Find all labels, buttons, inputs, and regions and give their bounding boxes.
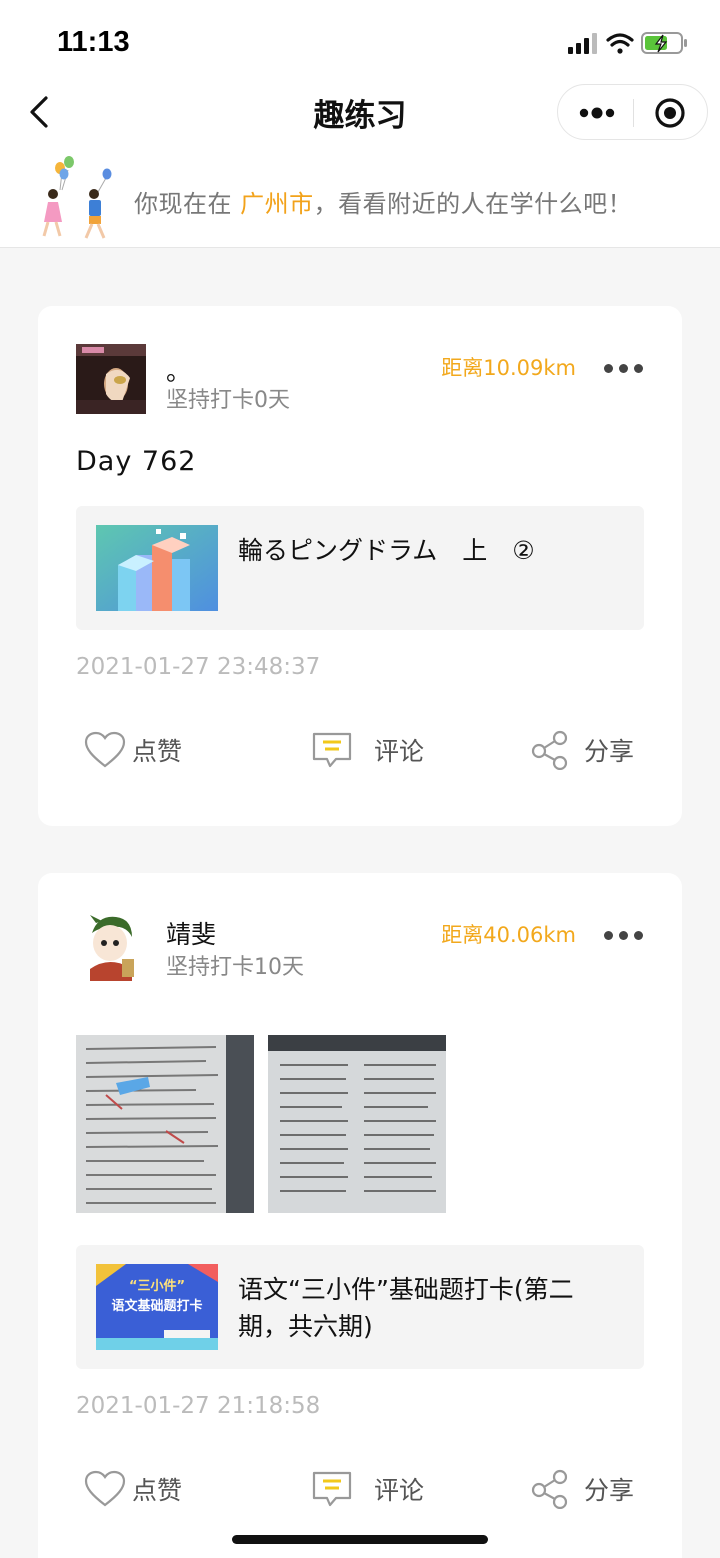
post-card: 。 坚持打卡0天 距离10.09km Day 762 輪るピングドラム 上 ② … (38, 306, 682, 826)
course-thumb-line1: “三小件” (129, 1278, 185, 1294)
home-indicator[interactable] (232, 1535, 488, 1544)
post-actions: 点赞 评论 分享 (38, 725, 682, 775)
close-miniprogram-icon[interactable] (654, 97, 686, 129)
location-message: 你现在在 广州市，看看附近的人在学什么吧！ (134, 184, 632, 219)
checkin-streak: 坚持打卡0天 (166, 388, 290, 413)
battery-icon (641, 32, 687, 54)
post-actions: 点赞 评论 分享 (38, 1464, 682, 1514)
distance-label: 距离40.06km (441, 923, 576, 947)
post-photo[interactable] (76, 1035, 254, 1213)
comment-button[interactable]: 评论 (312, 725, 424, 775)
checkin-streak: 坚持打卡10天 (166, 955, 304, 980)
like-label: 点赞 (132, 737, 183, 766)
post-card: 靖斐 坚持打卡10天 距离40.06km “三小件” 语文基础题打卡 语文“三小… (38, 873, 682, 1558)
heart-icon (84, 731, 126, 768)
course-link[interactable]: 輪るピングドラム 上 ② (76, 506, 644, 630)
capsule-divider (633, 99, 634, 127)
wifi-icon (606, 33, 634, 54)
post-more-icon[interactable] (604, 931, 644, 943)
like-label: 点赞 (132, 1476, 183, 1505)
heart-icon (84, 1470, 126, 1507)
comment-button[interactable]: 评论 (312, 1464, 424, 1514)
comment-icon (312, 732, 352, 768)
share-button[interactable]: 分享 (530, 1464, 634, 1514)
signal-icon (568, 33, 597, 54)
kids-balloon-illustration (42, 156, 112, 239)
username[interactable]: 靖斐 (166, 915, 216, 951)
share-label: 分享 (584, 737, 635, 766)
status-bar: 11:13 (0, 0, 720, 80)
share-label: 分享 (584, 1476, 635, 1505)
course-title: 语文“三小件”基础题打卡(第二期，共六期) (238, 1275, 574, 1341)
share-icon (531, 730, 568, 770)
distance-label: 距离10.09km (441, 356, 576, 380)
course-link[interactable]: “三小件” 语文基础题打卡 语文“三小件”基础题打卡(第二期，共六期) (76, 1245, 644, 1369)
status-time: 11:13 (57, 26, 130, 58)
share-button[interactable]: 分享 (530, 725, 634, 775)
post-text: Day 762 (76, 446, 197, 477)
location-banner: 你现在在 广州市，看看附近的人在学什么吧！ (0, 150, 720, 248)
course-thumbnail (96, 525, 218, 611)
more-menu-icon[interactable] (578, 99, 618, 127)
course-thumb-line2: 语文基础题打卡 (111, 1298, 202, 1314)
like-button[interactable]: 点赞 (84, 1464, 182, 1514)
share-icon (531, 1469, 568, 1509)
comment-label: 评论 (374, 737, 425, 766)
status-icons (568, 32, 687, 54)
location-suffix: ，看看附近的人在学什么吧！ (313, 190, 633, 218)
post-photo[interactable] (268, 1035, 446, 1213)
course-title: 輪るピングドラム 上 ② (238, 536, 535, 565)
comment-icon (312, 1471, 352, 1507)
like-button[interactable]: 点赞 (84, 725, 182, 775)
comment-label: 评论 (374, 1476, 425, 1505)
location-prefix: 你现在在 (134, 190, 232, 218)
course-thumbnail: “三小件” 语文基础题打卡 (96, 1264, 218, 1350)
post-timestamp: 2021-01-27 23:48:37 (76, 654, 321, 680)
post-more-icon[interactable] (604, 364, 644, 376)
location-city[interactable]: 广州市 (240, 190, 314, 218)
avatar[interactable] (76, 911, 146, 981)
nav-bar: 趣练习 (0, 80, 720, 150)
avatar[interactable] (76, 344, 146, 414)
miniprogram-capsule (557, 84, 708, 140)
post-timestamp: 2021-01-27 21:18:58 (76, 1393, 321, 1419)
